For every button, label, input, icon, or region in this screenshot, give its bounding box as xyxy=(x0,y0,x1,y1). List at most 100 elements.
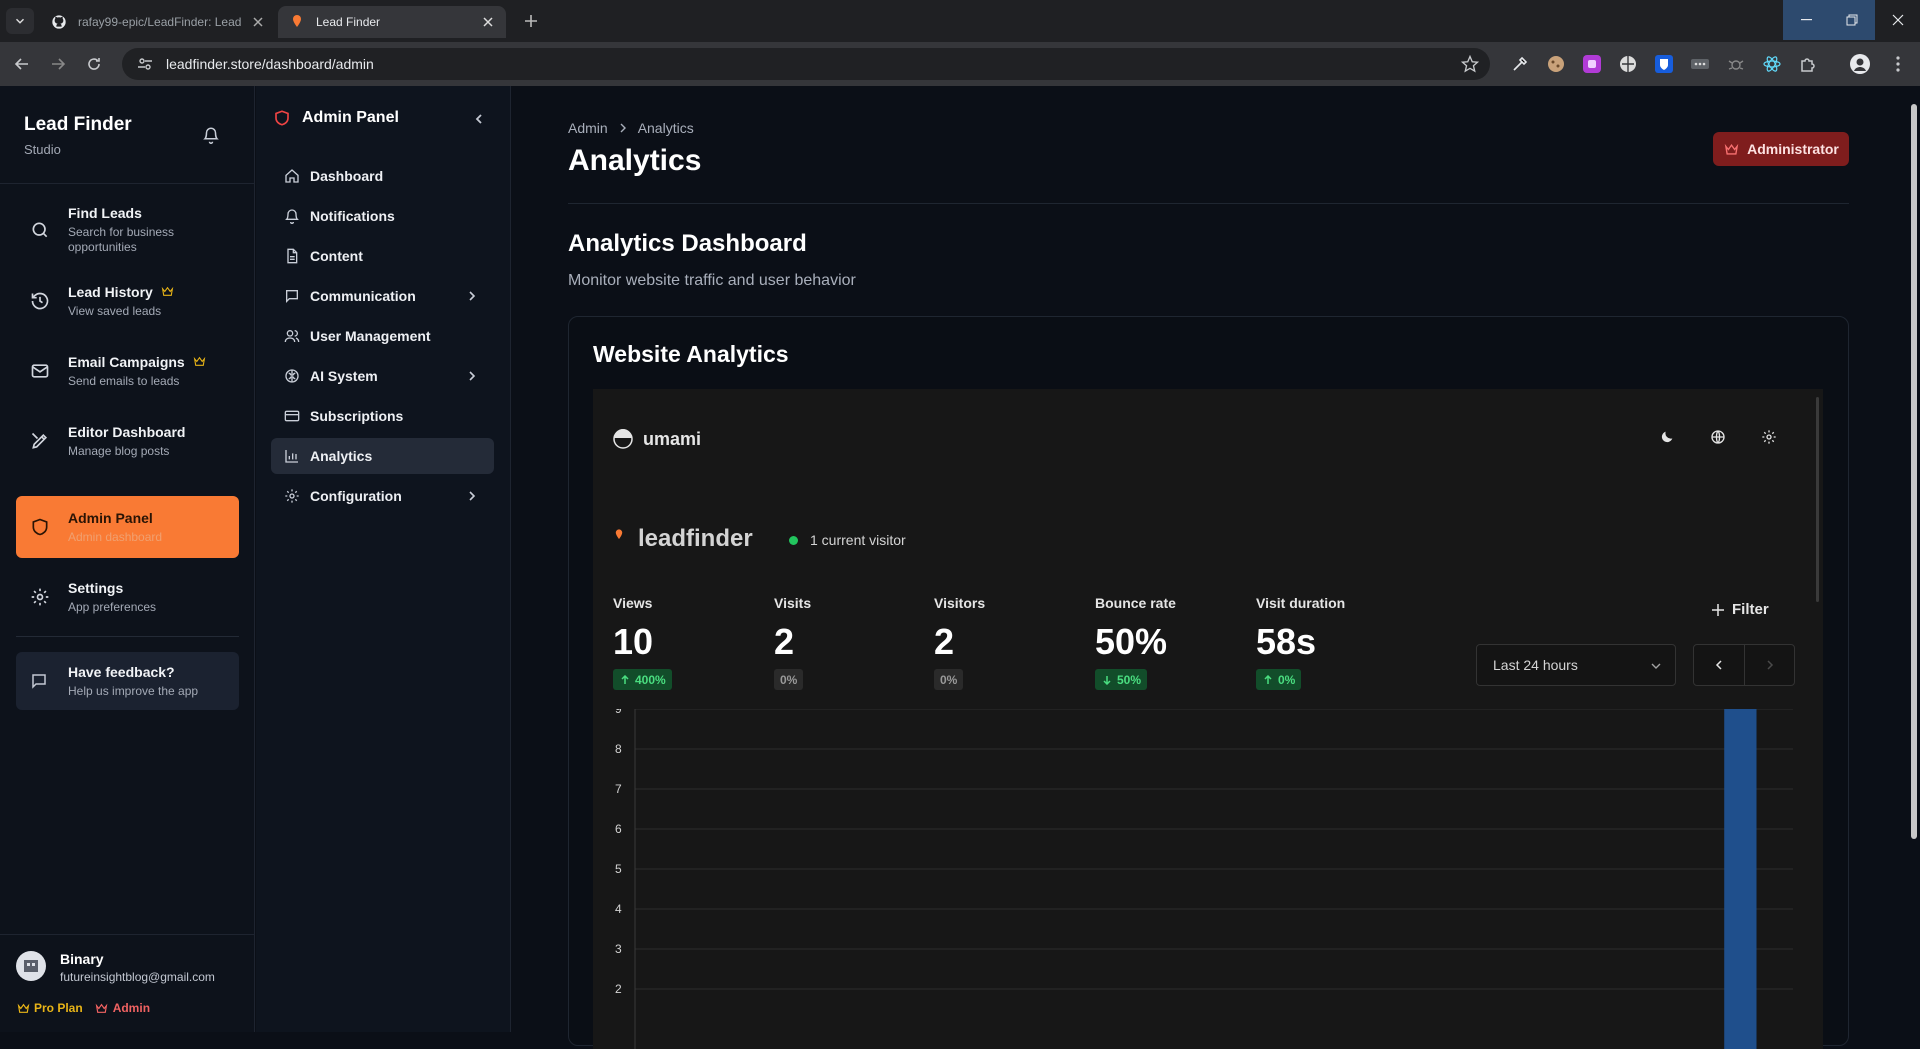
page-scrollbar-thumb[interactable] xyxy=(1911,104,1917,839)
admin-nav-ai-system[interactable]: AI System xyxy=(271,358,494,394)
search-icon xyxy=(28,218,52,242)
chart-bar[interactable] xyxy=(1724,709,1757,1049)
feedback-button[interactable]: Have feedback? Help us improve the app xyxy=(16,652,239,710)
pin-icon xyxy=(288,13,306,31)
globe-icon[interactable] xyxy=(1708,427,1728,447)
admin-nav-content[interactable]: Content xyxy=(271,238,494,274)
metric-label: Bounce rate xyxy=(1095,595,1176,611)
umami-brand[interactable]: umami xyxy=(643,429,701,450)
admin-nav-user-management[interactable]: User Management xyxy=(271,318,494,354)
tab-title: Lead Finder xyxy=(316,15,381,29)
admin-nav-label: Analytics xyxy=(310,448,373,464)
reload-icon[interactable] xyxy=(82,52,106,76)
next-range-button[interactable] xyxy=(1744,645,1794,685)
current-visitors: 1 current visitor xyxy=(789,532,906,548)
chevron-right-icon xyxy=(464,288,480,304)
message-icon xyxy=(28,670,50,692)
metric-value: 10 xyxy=(613,621,654,662)
administrator-badge: Administrator xyxy=(1713,132,1849,166)
cookie-extension-icon[interactable] xyxy=(1546,54,1566,74)
user-email: futureinsightblog@gmail.com xyxy=(60,970,215,984)
nav-item-title: Email Campaigns xyxy=(68,353,185,370)
eyedropper-extension-icon[interactable] xyxy=(1510,54,1530,74)
admin-nav-label: Dashboard xyxy=(310,168,384,184)
admin-nav-configuration[interactable]: Configuration xyxy=(271,478,494,514)
collapse-sidebar-icon[interactable] xyxy=(470,110,488,128)
date-range-select[interactable]: Last 24 hours xyxy=(1476,644,1676,686)
metric-value: 2 xyxy=(934,621,955,662)
admin-nav-communication[interactable]: Communication xyxy=(271,278,494,314)
close-window-icon[interactable] xyxy=(1875,0,1920,40)
restore-window-icon[interactable] xyxy=(1829,0,1875,40)
metric-bounce-rate: Bounce rate 50% 50% xyxy=(1095,595,1245,690)
bug-extension-icon[interactable] xyxy=(1726,54,1746,74)
embed-scrollbar[interactable] xyxy=(1816,397,1819,602)
admin-nav-label: Content xyxy=(310,248,363,264)
profile-avatar-icon[interactable] xyxy=(1850,54,1870,74)
purple-extension-icon[interactable] xyxy=(1582,54,1602,74)
admin-nav-subscriptions[interactable]: Subscriptions xyxy=(271,398,494,434)
bitwarden-extension-icon[interactable] xyxy=(1654,54,1674,74)
admin-nav-analytics[interactable]: Analytics xyxy=(271,438,494,474)
section-description: Monitor website traffic and user behavio… xyxy=(568,272,856,289)
react-extension-icon[interactable] xyxy=(1762,54,1782,74)
nav-item-settings[interactable]: Settings App preferences xyxy=(16,566,239,628)
brand-name: Lead Finder xyxy=(24,114,132,135)
administrator-label: Administrator xyxy=(1747,141,1839,157)
filter-label: Filter xyxy=(1732,601,1769,618)
mail-icon xyxy=(28,359,52,383)
admin-nav-dashboard[interactable]: Dashboard xyxy=(271,158,494,194)
crown-icon xyxy=(95,1001,109,1015)
file-icon xyxy=(283,248,300,265)
arrow-down-icon xyxy=(1101,674,1113,686)
nav-item-title: Admin Panel xyxy=(68,509,153,526)
crown-icon xyxy=(161,285,175,299)
notifications-bell-icon[interactable] xyxy=(200,124,222,146)
address-bar[interactable]: leadfinder.store/dashboard/admin xyxy=(122,48,1490,80)
metric-change-badge: 0% xyxy=(934,669,964,690)
bookmark-star-icon[interactable] xyxy=(1460,54,1480,74)
close-tab-icon[interactable] xyxy=(250,14,266,30)
browser-tab-github[interactable]: rafay99-epic/LeadFinder: Lead xyxy=(40,6,276,38)
breadcrumb-admin[interactable]: Admin xyxy=(568,120,608,136)
nav-item-lead-history[interactable]: Lead History View saved leads xyxy=(16,270,239,332)
nav-item-find-leads[interactable]: Find Leads Search for business opportuni… xyxy=(16,199,239,261)
user-plan-badges: Pro Plan Admin xyxy=(16,1001,150,1015)
nav-item-editor-dashboard[interactable]: Editor Dashboard Manage blog posts xyxy=(16,410,239,472)
gear-icon[interactable] xyxy=(1759,427,1779,447)
metric-visitors: Visitors 2 0% xyxy=(934,595,1084,690)
metric-value: 50% xyxy=(1095,621,1168,662)
metric-label: Visit duration xyxy=(1256,595,1346,611)
previous-range-button[interactable] xyxy=(1694,645,1744,685)
nav-item-email-campaigns[interactable]: Email Campaigns Send emails to leads xyxy=(16,340,239,402)
chevron-right-icon xyxy=(616,121,630,135)
back-icon[interactable] xyxy=(10,52,34,76)
metric-label: Visits xyxy=(774,595,812,611)
nav-item-desc: View saved leads xyxy=(68,303,162,318)
new-tab-icon[interactable] xyxy=(520,10,542,32)
nav-item-title: Editor Dashboard xyxy=(68,423,186,440)
nav-item-desc: Admin dashboard xyxy=(68,529,163,544)
close-tab-icon[interactable] xyxy=(480,14,496,30)
admin-nav-label: Configuration xyxy=(310,488,402,504)
nav-item-admin-panel[interactable]: Admin Panel Admin dashboard xyxy=(16,496,239,558)
browser-menu-icon[interactable] xyxy=(1888,54,1908,74)
dots-extension-icon[interactable] xyxy=(1690,54,1710,74)
site-info-icon[interactable] xyxy=(136,55,154,73)
moon-icon[interactable] xyxy=(1657,427,1677,447)
globe-extension-icon[interactable] xyxy=(1618,54,1638,74)
filter-button[interactable]: Filter xyxy=(1710,601,1769,618)
extensions-puzzle-icon[interactable] xyxy=(1798,54,1818,74)
user-profile[interactable]: Binary futureinsightblog@gmail.com Pro P… xyxy=(0,934,255,1032)
tab-search-button[interactable] xyxy=(6,8,34,34)
history-icon xyxy=(28,289,52,313)
forward-icon[interactable] xyxy=(46,52,70,76)
browser-tab-lead-finder[interactable]: Lead Finder xyxy=(278,6,506,38)
browser-tabbar: rafay99-epic/LeadFinder: Lead Lead Finde… xyxy=(0,0,1920,42)
page-scrollbar[interactable] xyxy=(1907,86,1920,1032)
chevron-right-icon xyxy=(464,368,480,384)
y-tick-label: 3 xyxy=(615,942,622,956)
minimize-window-icon[interactable] xyxy=(1783,0,1829,40)
nav-item-title: Settings xyxy=(68,579,124,596)
admin-nav-notifications[interactable]: Notifications xyxy=(271,198,494,234)
